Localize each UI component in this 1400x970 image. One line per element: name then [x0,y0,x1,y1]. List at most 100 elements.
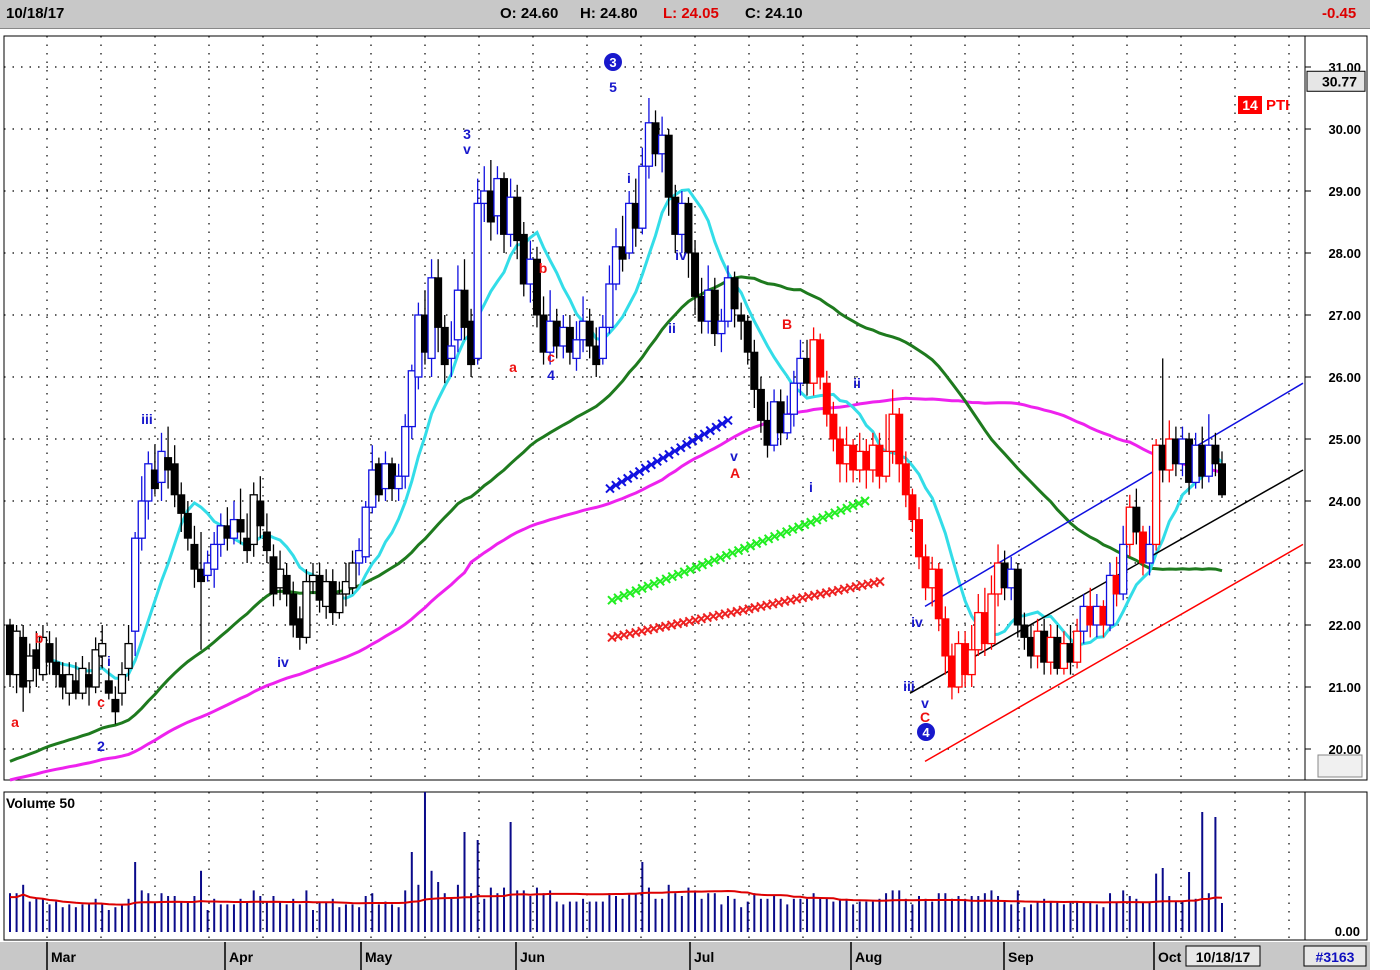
wave-label: iv [277,654,289,670]
x-tick-label: Aug [855,949,882,965]
x-tick-label: Jun [520,949,545,965]
y-tick-label: 21.00 [1328,680,1361,695]
candle-body [1033,630,1042,657]
candle-body [249,494,258,546]
candle [414,302,423,390]
candle-body [816,339,825,378]
candle-body [78,667,87,694]
y-tick-label: 22.00 [1328,618,1361,633]
candle-body [1151,444,1161,546]
candle-body [625,202,634,254]
candle-body [1204,444,1213,477]
wave-label: B [782,316,792,332]
candle-body [664,134,673,198]
candle-body [974,611,983,651]
candle-body [394,475,403,490]
candle-body [657,134,667,155]
candle-body [302,580,311,639]
candle-body [473,202,482,360]
volume-axis [1304,791,1368,941]
wave-label: 4 [547,367,555,383]
candle-body [1132,506,1141,533]
wave-label: iv [675,247,687,263]
wave-label: v [730,448,738,464]
candle-body [895,413,904,465]
candle-body [1178,438,1187,465]
chart-canvas: 31.0030.0029.0028.0027.0026.0025.0024.00… [0,35,1370,970]
candle-body [691,252,700,297]
wave-label: 3 [609,55,616,70]
candle-body [723,277,733,322]
x-tick-label: May [365,949,392,965]
candle-body [717,320,726,335]
candle-body [638,165,647,229]
candle-body [611,246,621,285]
candle-body [131,537,140,632]
candle-body [743,320,752,353]
candle-body [401,425,410,477]
corner-icon [1317,754,1363,778]
candle [473,178,482,365]
candle-body [460,289,469,328]
date-badge: 10/18/17 [1196,949,1251,965]
candle-body [1020,624,1029,638]
candle-body [335,593,344,614]
candle-body [210,543,219,570]
candle-body [170,463,179,496]
candle-body [282,574,291,595]
candle-body [229,518,239,539]
wave-label: A [730,465,740,481]
candle-body [941,618,950,657]
x-tick-label: Sep [1008,949,1034,965]
candle-body [928,568,937,589]
candle-body [52,661,61,676]
candle-body [585,320,594,347]
candle-body [987,593,996,645]
candle-body [381,463,390,490]
candle-body [236,519,245,533]
x-tick-label: Apr [229,949,254,965]
candle-body [829,413,838,440]
candle-body [1046,636,1055,663]
wave-label: i [627,170,631,186]
candle-body [157,450,166,484]
candle-body [164,457,173,471]
candle-body [750,351,759,390]
candle-body [1165,438,1174,471]
candle-body [104,680,113,694]
candle-body [12,630,21,676]
candle-body [137,500,146,539]
y-tick-label: 23.00 [1328,556,1361,571]
candle-body [65,673,74,694]
candle-body [1191,444,1200,484]
candle-body [756,388,765,421]
wave-label: a [11,714,19,730]
candle-body [262,531,271,552]
candle-body [275,568,285,589]
y-tick-label: 26.00 [1328,370,1361,385]
candle-body [434,277,443,328]
candle-body [605,283,614,329]
candle-body [769,401,779,446]
candle-body [427,277,436,360]
candle-body [783,413,792,434]
x-tick-label: Oct [1158,949,1182,965]
candle-body [1013,568,1022,626]
y-tick-label: 25.00 [1328,432,1361,447]
candle-body [901,463,910,496]
x-tick-label: Mar [51,949,76,965]
wave-label: ii [668,320,676,336]
wave-label: c [547,349,555,365]
candle-body [1145,543,1154,564]
wave-label: b [539,260,548,276]
candle-body [1211,444,1220,465]
candle-body [117,673,127,694]
candle-body [545,320,555,353]
candle [1151,439,1161,551]
price-axis [1304,35,1368,781]
wave-label: 2 [97,738,105,754]
candle-body [526,258,535,285]
candle-body [598,326,607,360]
wave-label: i [809,479,813,495]
y-tick-label: 28.00 [1328,246,1361,261]
